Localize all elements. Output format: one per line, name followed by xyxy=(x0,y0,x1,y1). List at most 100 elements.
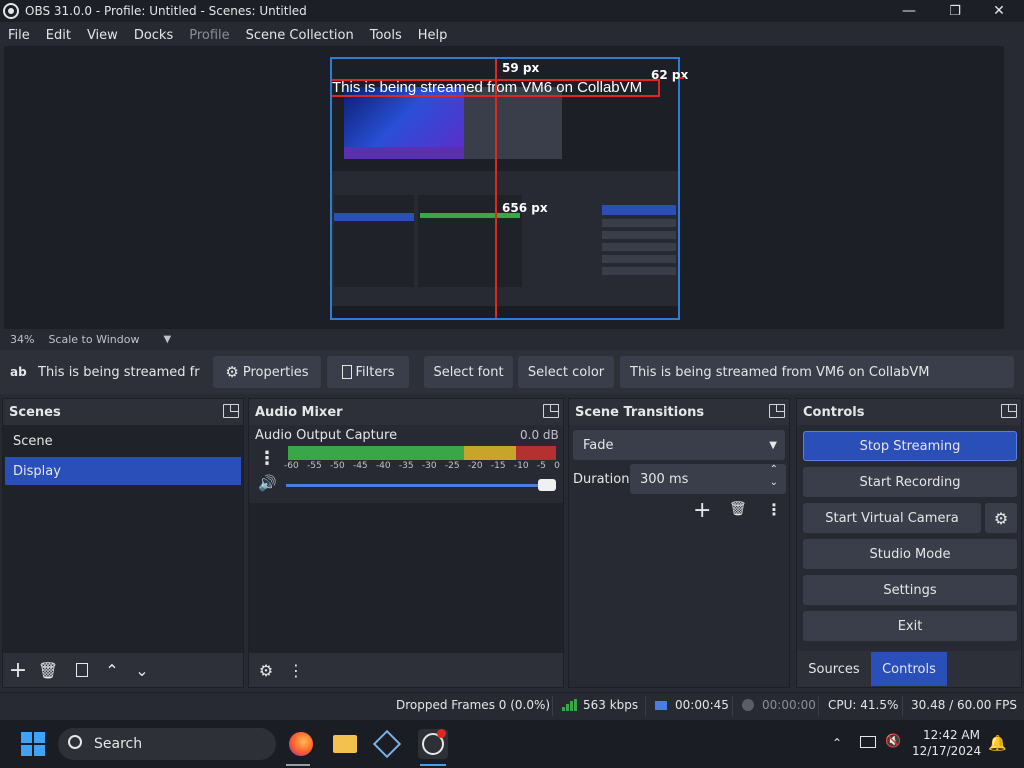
text-value-field[interactable]: This is being streamed from VM6 on Colla… xyxy=(620,356,1014,388)
minimize-button[interactable]: — xyxy=(886,0,932,22)
stream-time: 00:00:45 xyxy=(675,698,729,712)
menu-tools[interactable]: Tools xyxy=(362,28,410,43)
notification-bell-icon[interactable]: 🔔 xyxy=(988,734,1007,752)
filters-label: Filters xyxy=(355,364,395,380)
add-icon[interactable]: + xyxy=(3,657,33,683)
clock-date[interactable]: 12/17/2024 xyxy=(912,744,981,758)
record-time-indicator: 00:00:00 xyxy=(742,698,816,712)
chevron-down-icon: ▼ xyxy=(769,439,777,451)
audio-mixer-toolbar: ⚙ ⋮ xyxy=(249,653,563,687)
start-virtual-camera-button[interactable]: Start Virtual Camera xyxy=(803,503,981,533)
volume-slider-track[interactable] xyxy=(286,484,538,487)
scenes-dock-title: Scenes xyxy=(3,399,243,425)
start-recording-button[interactable]: Start Recording xyxy=(803,467,1017,497)
add-transition-icon[interactable]: + xyxy=(693,498,711,523)
menu-edit[interactable]: Edit xyxy=(38,28,79,43)
more-icon[interactable]: ⋮ xyxy=(281,657,311,683)
selected-source-name: This is being streamed from xyxy=(38,364,200,380)
scene-item-scene[interactable]: Scene xyxy=(5,427,241,455)
close-button[interactable]: ✕ xyxy=(976,0,1022,22)
settings-button[interactable]: Settings xyxy=(803,575,1017,605)
transition-select[interactable]: Fade ▼ xyxy=(573,430,785,460)
duration-label: Duration xyxy=(573,472,630,487)
properties-button[interactable]: ⚙ Properties xyxy=(213,356,321,388)
virtual-camera-gear-icon[interactable]: ⚙ xyxy=(985,503,1017,533)
filters-button[interactable]: Filters xyxy=(327,356,409,388)
stream-time-indicator: 00:00:45 xyxy=(655,698,729,712)
zoom-level: 34% xyxy=(10,332,35,346)
start-menu-icon[interactable] xyxy=(18,729,48,759)
preview-zoom-row: 34% Scale to Window ▼ xyxy=(0,330,1024,348)
obs-taskbar-icon[interactable] xyxy=(418,729,448,759)
audio-channel-name: Audio Output Capture xyxy=(255,428,398,443)
obs-logo-icon xyxy=(3,3,19,19)
scenes-toolbar: + 🗑 ⌃ ⌄ xyxy=(3,653,243,687)
move-up-icon[interactable]: ⌃ xyxy=(97,657,127,683)
stop-streaming-button[interactable]: Stop Streaming xyxy=(803,431,1017,461)
undock-icon[interactable] xyxy=(769,404,785,418)
meter-scale: -60 -55 -50 -45 -40 -35 -30 -25 -20 -15 -10 -5 0 xyxy=(284,461,560,471)
speaker-icon[interactable]: 🔊 xyxy=(258,474,277,492)
measure-top-label: 59 px xyxy=(502,61,540,75)
cpu-usage: CPU: 41.5% xyxy=(828,698,899,712)
audio-mixer-title-text: Audio Mixer xyxy=(255,404,343,420)
firefox-icon[interactable] xyxy=(286,729,316,759)
filter-icon xyxy=(341,365,352,379)
trash-icon[interactable]: 🗑 xyxy=(33,657,63,683)
scene-transitions-title: Scene Transitions xyxy=(569,399,789,425)
studio-mode-button[interactable]: Studio Mode xyxy=(803,539,1017,569)
select-font-button[interactable]: Select font xyxy=(424,356,513,388)
stepper-down-icon[interactable]: ⌄ xyxy=(770,477,778,488)
scenes-list: Scene Display xyxy=(3,425,243,687)
measure-right-label: 62 px xyxy=(651,68,689,82)
scale-mode-chevron-icon[interactable]: ▼ xyxy=(163,334,171,345)
menu-docks[interactable]: Docks xyxy=(126,28,181,43)
volume-slider-thumb[interactable] xyxy=(538,479,556,491)
chevron-up-icon[interactable]: ⌃ xyxy=(832,736,842,750)
source-toolbar: ab This is being streamed from ⚙ Propert… xyxy=(0,350,1024,394)
bitrate: 563 kbps xyxy=(583,698,639,712)
filter-icon[interactable] xyxy=(67,657,97,683)
duration-value: 300 ms xyxy=(640,471,689,487)
maximize-button[interactable]: ❐ xyxy=(932,0,978,22)
trash-icon[interactable]: 🗑 xyxy=(729,501,747,517)
scale-mode-select[interactable]: Scale to Window xyxy=(48,333,139,346)
undock-icon[interactable] xyxy=(223,404,239,418)
measure-guide-vertical xyxy=(495,59,497,318)
more-icon[interactable]: ⋮ xyxy=(766,500,782,519)
exit-button[interactable]: Exit xyxy=(803,611,1017,641)
clock-time[interactable]: 12:42 AM xyxy=(918,728,980,742)
bitrate-indicator: 563 kbps xyxy=(562,698,638,712)
search-icon xyxy=(68,735,82,749)
tab-sources[interactable]: Sources xyxy=(797,652,871,686)
volume-muted-icon[interactable]: 🔇 xyxy=(885,734,901,749)
scene-item-display[interactable]: Display xyxy=(5,457,241,485)
menu-help[interactable]: Help xyxy=(410,28,456,43)
controls-body: Stop Streaming Start Recording Start Vir… xyxy=(797,425,1021,687)
controls-title-text: Controls xyxy=(803,404,865,420)
audio-channel-menu-icon[interactable]: ⋮ xyxy=(258,448,276,469)
select-color-button[interactable]: Select color xyxy=(518,356,614,388)
file-explorer-icon[interactable] xyxy=(330,729,360,759)
undock-icon[interactable] xyxy=(1001,404,1017,418)
undock-icon[interactable] xyxy=(543,404,559,418)
preview-output[interactable]: This is being streamed from VM6 on Colla… xyxy=(330,57,680,320)
menu-scene-collection[interactable]: Scene Collection xyxy=(238,28,362,43)
controls-title: Controls xyxy=(797,399,1021,425)
move-down-icon[interactable]: ⌄ xyxy=(127,657,157,683)
menu-view[interactable]: View xyxy=(79,28,126,43)
gear-icon[interactable]: ⚙ xyxy=(251,657,281,683)
stepper-up-icon[interactable]: ⌃ xyxy=(770,464,778,475)
tab-controls[interactable]: Controls xyxy=(871,652,947,686)
scenes-dock: Scenes Scene Display + 🗑 ⌃ ⌄ xyxy=(2,398,244,688)
title-bar: OBS 31.0.0 - Profile: Untitled - Scenes:… xyxy=(0,0,1024,22)
properties-label: Properties xyxy=(242,364,309,380)
windows-taskbar: Search ⌃ 🔇 12:42 AM 12/17/2024 🔔 xyxy=(0,720,1024,768)
menu-profile[interactable]: Profile xyxy=(181,28,237,43)
taskbar-search[interactable]: Search xyxy=(58,728,276,760)
virtualbox-icon[interactable] xyxy=(372,729,402,759)
duration-input[interactable]: 300 ms ⌃ ⌄ xyxy=(630,464,786,494)
text-source-icon: ab xyxy=(10,365,27,379)
menu-file[interactable]: File xyxy=(0,28,38,43)
network-icon[interactable] xyxy=(860,736,876,748)
